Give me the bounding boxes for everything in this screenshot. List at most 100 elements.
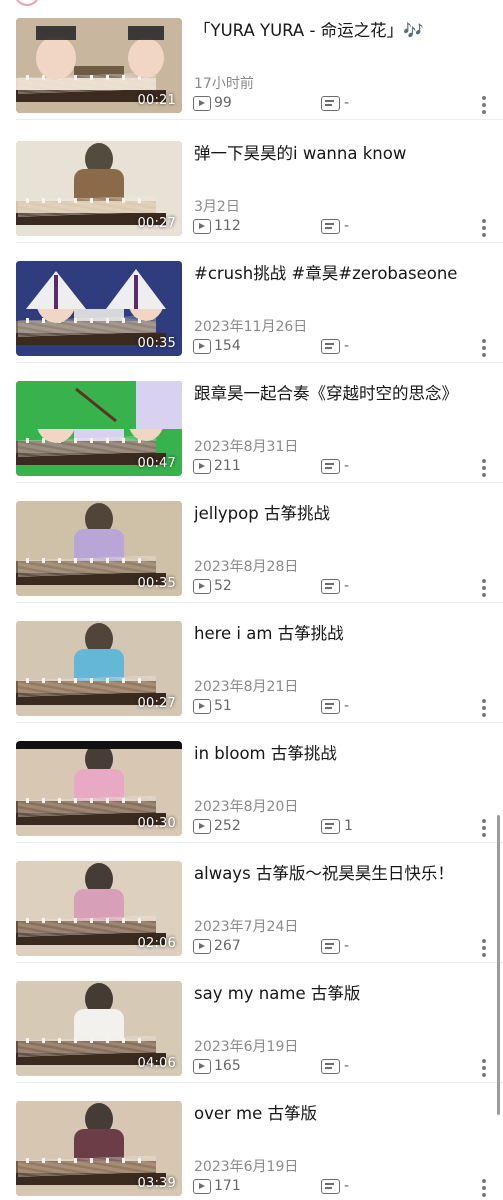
scrollbar[interactable] — [497, 815, 500, 1115]
play-count-icon — [193, 96, 211, 111]
view-count: 252 — [214, 818, 241, 834]
video-thumbnail[interactable]: 00:35 — [16, 261, 182, 356]
more-options-icon[interactable] — [482, 698, 486, 718]
video-date: 2023年6月19日 — [194, 1039, 299, 1055]
comment-count: - — [344, 1058, 350, 1074]
view-count: 165 — [214, 1058, 241, 1074]
video-stats: 112 - — [193, 218, 503, 238]
play-count-icon — [193, 819, 211, 834]
row-divider — [16, 119, 503, 120]
video-date: 2023年8月31日 — [194, 439, 299, 455]
comment-count: 1 — [344, 818, 353, 834]
play-count-icon — [193, 219, 211, 234]
video-duration: 03:39 — [137, 1176, 176, 1191]
more-options-icon[interactable] — [482, 578, 486, 598]
video-duration: 02:06 — [137, 936, 176, 951]
video-list-item[interactable]: 00:21 「YURA YURA - 命运之花」🎶 17小时前 99 - — [0, 0, 503, 120]
more-options-icon[interactable] — [482, 1178, 486, 1198]
video-list-item[interactable]: 00:27 here i am 古筝挑战 2023年8月21日 51 - — [0, 603, 503, 723]
video-list-item[interactable]: 00:35 #crush挑战 #章昊#zerobaseone 2023年11月26日… — [0, 243, 503, 363]
video-date: 17小时前 — [194, 76, 254, 92]
more-options-icon[interactable] — [482, 218, 486, 238]
video-list-item[interactable]: 00:35 jellypop 古筝挑战 2023年8月28日 52 - — [0, 483, 503, 603]
comment-icon — [321, 1059, 340, 1074]
video-date: 2023年8月28日 — [194, 559, 299, 575]
comment-count: - — [344, 95, 350, 111]
video-stats: 52 - — [193, 578, 503, 598]
video-list-item[interactable]: 00:47 跟章昊一起合奏《穿越时空的思念》 2023年8月31日 211 - — [0, 363, 503, 483]
video-title[interactable]: jellypop 古筝挑战 — [194, 503, 473, 525]
video-duration: 00:35 — [137, 576, 176, 591]
comment-icon — [321, 699, 340, 714]
comment-icon — [321, 1179, 340, 1194]
comment-icon — [321, 339, 340, 354]
video-title[interactable]: here i am 古筝挑战 — [194, 623, 473, 645]
comment-icon — [321, 819, 340, 834]
video-thumbnail[interactable]: 00:47 — [16, 381, 182, 476]
view-count: 99 — [214, 95, 232, 111]
view-count: 154 — [214, 338, 241, 354]
video-date: 2023年11月26日 — [194, 319, 308, 335]
video-duration: 04:06 — [137, 1056, 176, 1071]
video-title[interactable]: 弹一下昊昊的i wanna know — [194, 143, 473, 165]
play-count-icon — [193, 579, 211, 594]
video-stats: 267 - — [193, 938, 503, 958]
more-options-icon[interactable] — [482, 1058, 486, 1078]
view-count: 267 — [214, 938, 241, 954]
video-stats: 154 - — [193, 338, 503, 358]
video-thumbnail[interactable]: 00:27 — [16, 621, 182, 716]
video-date: 3月2日 — [194, 199, 240, 215]
comment-count: - — [344, 338, 350, 354]
video-thumbnail[interactable]: 00:21 — [16, 18, 182, 113]
video-date: 2023年6月19日 — [194, 1159, 299, 1175]
video-thumbnail[interactable]: 00:35 — [16, 501, 182, 596]
video-title[interactable]: in bloom 古筝挑战 — [194, 743, 473, 765]
more-options-icon[interactable] — [482, 818, 486, 838]
video-thumbnail[interactable]: 00:30 — [16, 741, 182, 836]
video-list-item[interactable]: 02:06 always 古筝版～祝昊昊生日快乐！ 2023年7月24日 267 - — [0, 843, 503, 963]
more-options-icon[interactable] — [482, 938, 486, 958]
play-count-icon — [193, 459, 211, 474]
play-count-icon — [193, 1179, 211, 1194]
video-stats: 51 - — [193, 698, 503, 718]
comment-icon — [321, 96, 340, 111]
comment-icon — [321, 579, 340, 594]
comment-icon — [321, 939, 340, 954]
video-title[interactable]: #crush挑战 #章昊#zerobaseone — [194, 263, 473, 285]
play-count-icon — [193, 699, 211, 714]
video-list-item[interactable]: 04:06 say my name 古筝版 2023年6月19日 165 - — [0, 963, 503, 1083]
comment-icon — [321, 459, 340, 474]
more-options-icon[interactable] — [482, 338, 486, 358]
more-options-icon[interactable] — [482, 458, 486, 478]
view-count: 171 — [214, 1178, 241, 1194]
video-stats: 252 1 — [193, 818, 503, 838]
video-thumbnail[interactable]: 03:39 — [16, 1101, 182, 1196]
video-duration: 00:47 — [137, 456, 176, 471]
video-list-item[interactable]: 00:27 弹一下昊昊的i wanna know 3月2日 112 - — [0, 123, 503, 243]
comment-count: - — [344, 458, 350, 474]
video-title[interactable]: 跟章昊一起合奏《穿越时空的思念》 — [194, 383, 473, 405]
more-options-icon[interactable] — [482, 95, 486, 115]
video-list-item[interactable]: 00:30 in bloom 古筝挑战 2023年8月20日 252 1 — [0, 723, 503, 843]
video-thumbnail[interactable]: 02:06 — [16, 861, 182, 956]
view-count: 52 — [214, 578, 232, 594]
video-date: 2023年7月24日 — [194, 919, 299, 935]
video-title[interactable]: 「YURA YURA - 命运之花」🎶 — [194, 20, 473, 42]
video-stats: 171 - — [193, 1178, 503, 1198]
video-title[interactable]: always 古筝版～祝昊昊生日快乐！ — [194, 863, 473, 885]
video-duration: 00:35 — [137, 336, 176, 351]
video-date: 2023年8月21日 — [194, 679, 299, 695]
video-stats: 99 - — [193, 95, 503, 115]
comment-count: - — [344, 698, 350, 714]
comment-count: - — [344, 1178, 350, 1194]
video-duration: 00:21 — [137, 93, 176, 108]
video-thumbnail[interactable]: 04:06 — [16, 981, 182, 1076]
play-count-icon — [193, 1059, 211, 1074]
play-count-icon — [193, 939, 211, 954]
video-title[interactable]: over me 古筝版 — [194, 1103, 473, 1125]
video-list-item[interactable]: 03:39 over me 古筝版 2023年6月19日 171 - — [0, 1083, 503, 1200]
video-title[interactable]: say my name 古筝版 — [194, 983, 473, 1005]
video-thumbnail[interactable]: 00:27 — [16, 141, 182, 236]
view-count: 51 — [214, 698, 232, 714]
video-duration: 00:27 — [137, 216, 176, 231]
